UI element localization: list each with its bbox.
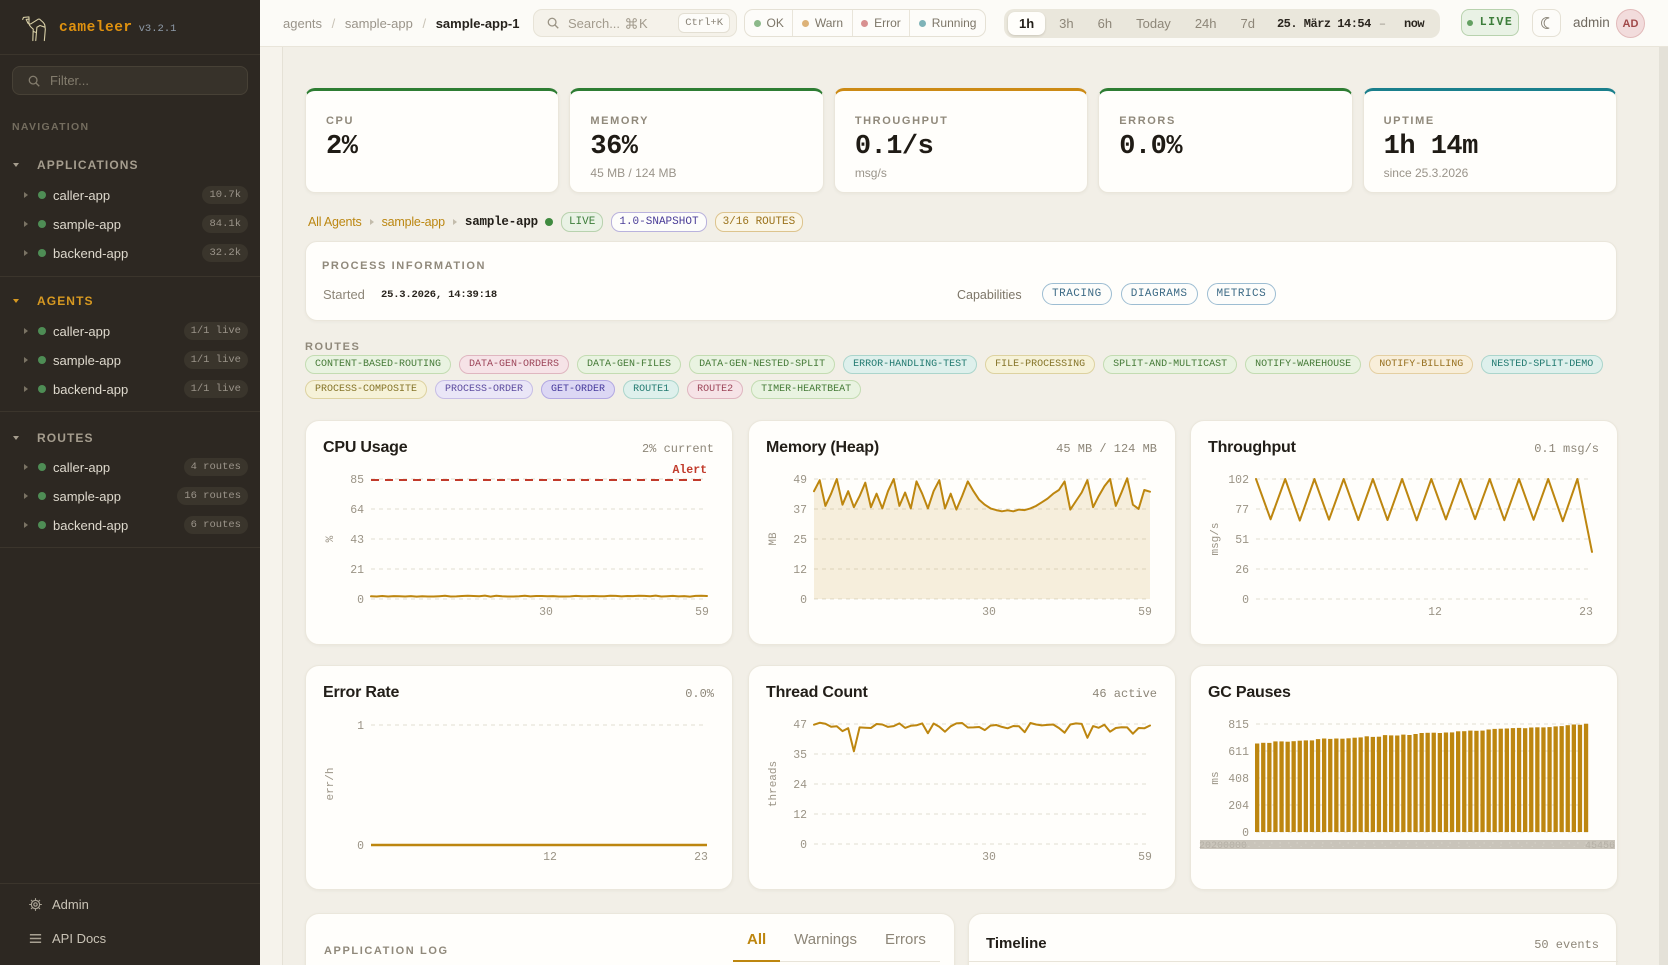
svg-text:23: 23	[694, 851, 708, 864]
svg-text:85: 85	[350, 474, 364, 487]
svg-text:20200000: 20200000	[1199, 841, 1247, 852]
svg-text:26: 26	[1235, 564, 1249, 577]
svg-text:0: 0	[1242, 594, 1249, 607]
svg-text:Alert: Alert	[672, 464, 707, 477]
svg-text:45456: 45456	[1585, 841, 1615, 852]
svg-text:49: 49	[793, 474, 807, 487]
svg-text:12: 12	[543, 851, 557, 864]
svg-text:59: 59	[1138, 851, 1152, 864]
svg-text:threads: threads	[768, 761, 780, 807]
svg-text:0: 0	[1242, 827, 1249, 840]
svg-text:30: 30	[982, 606, 996, 619]
svg-text:611: 611	[1228, 746, 1249, 759]
svg-text:0: 0	[800, 594, 807, 607]
svg-text:0: 0	[357, 594, 364, 607]
svg-text:msg/s: msg/s	[1210, 522, 1222, 555]
svg-text:35: 35	[793, 749, 807, 762]
svg-text:0: 0	[800, 839, 807, 852]
svg-text:102: 102	[1228, 474, 1249, 487]
svg-text:59: 59	[695, 606, 709, 619]
svg-text:43: 43	[350, 534, 364, 547]
svg-text:47: 47	[793, 719, 807, 732]
svg-text:37: 37	[793, 504, 807, 517]
svg-text:ms: ms	[1210, 771, 1222, 784]
svg-text:%: %	[325, 535, 337, 542]
svg-text:12: 12	[793, 564, 807, 577]
svg-text:21: 21	[350, 564, 364, 577]
svg-text:77: 77	[1235, 504, 1249, 517]
svg-text:24: 24	[793, 779, 807, 792]
svg-text:25: 25	[793, 534, 807, 547]
svg-text:err/h: err/h	[325, 767, 337, 800]
svg-text:51: 51	[1235, 534, 1249, 547]
svg-text:23: 23	[1579, 606, 1593, 619]
svg-text:30: 30	[982, 851, 996, 864]
svg-text:12: 12	[1428, 606, 1442, 619]
svg-text:30: 30	[539, 606, 553, 619]
svg-text:1: 1	[357, 720, 364, 733]
svg-text:12: 12	[793, 809, 807, 822]
svg-text:408: 408	[1228, 773, 1249, 786]
svg-text:204: 204	[1228, 800, 1249, 813]
svg-text:59: 59	[1138, 606, 1152, 619]
svg-text:815: 815	[1228, 719, 1249, 732]
svg-text:64: 64	[350, 504, 364, 517]
svg-text:0: 0	[357, 840, 364, 853]
svg-text:MB: MB	[768, 532, 780, 546]
